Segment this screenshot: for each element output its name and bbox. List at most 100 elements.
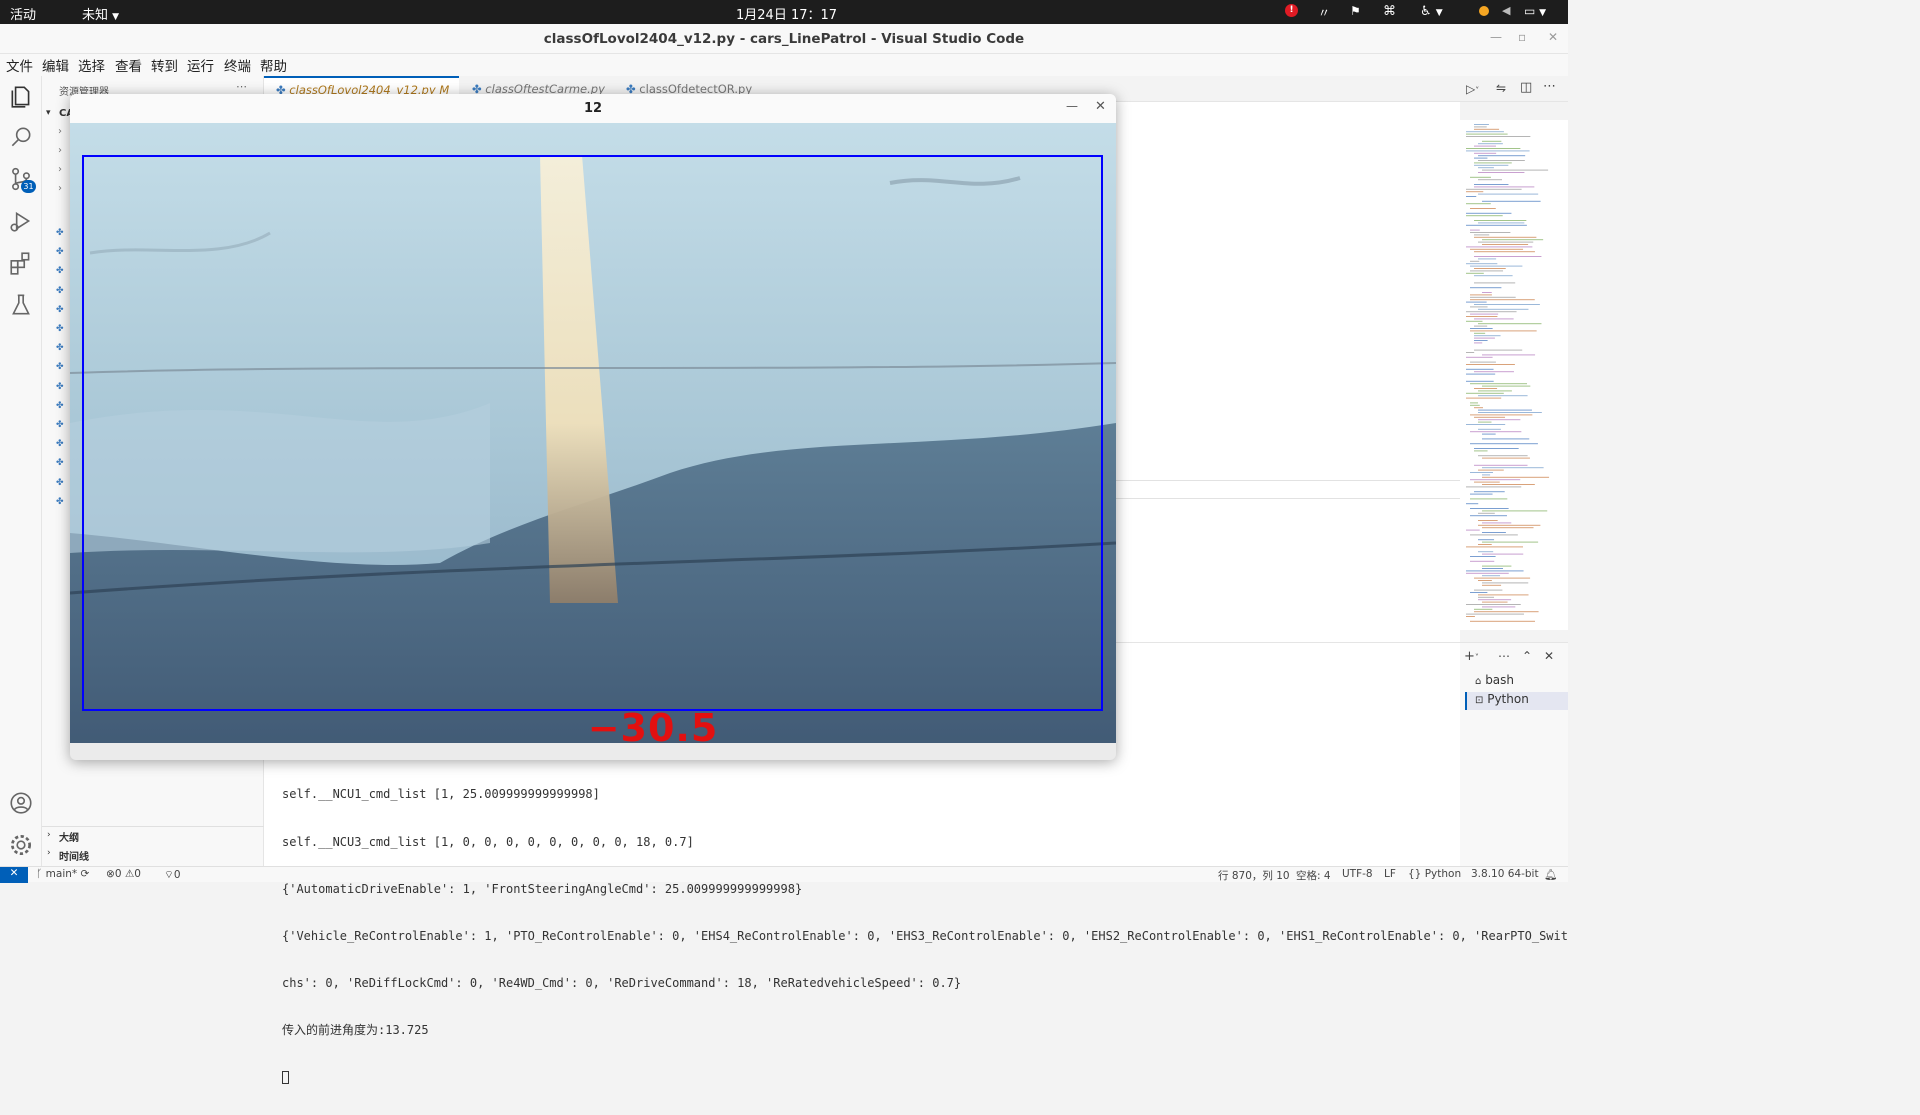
indentation[interactable]: 空格: 4 xyxy=(1296,868,1331,883)
tray-app-icon[interactable]: 〃 xyxy=(1318,4,1330,21)
window-title-bar: classOfLovol2404_v12.py - cars_LinePatro… xyxy=(0,24,1568,54)
opencv-image-window[interactable]: 12 — ✕ −30.5 xyxy=(70,94,1116,760)
chevron-right-icon[interactable]: › xyxy=(47,830,51,840)
minimap-line xyxy=(1466,246,1533,248)
menu-help[interactable]: 帮助 xyxy=(260,55,287,75)
close-icon[interactable]: ✕ xyxy=(1095,99,1106,114)
app-menu[interactable]: 未知 ▼ xyxy=(82,4,119,23)
volume-icon[interactable]: ◀ xyxy=(1502,4,1510,17)
chevron-right-icon[interactable]: › xyxy=(47,848,51,858)
minimap-line xyxy=(1466,263,1498,265)
minimap-line xyxy=(1478,143,1503,145)
chevron-right-icon[interactable]: › xyxy=(58,164,62,175)
minimap-line xyxy=(1478,172,1525,173)
minimap-line xyxy=(1466,368,1494,370)
terminal-session-python[interactable]: ⊡ Python xyxy=(1465,692,1568,710)
status-dot-icon[interactable] xyxy=(1479,6,1489,16)
timeline-section[interactable]: 时间线 xyxy=(59,848,89,863)
minimap-line xyxy=(1466,212,1512,214)
minimap-line xyxy=(1482,568,1504,569)
minimap-line xyxy=(1482,474,1491,476)
command-icon[interactable]: ⌘ xyxy=(1383,4,1396,19)
minimap-line xyxy=(1470,383,1528,385)
run-debug-icon[interactable] xyxy=(8,208,34,234)
minimap-line xyxy=(1466,529,1480,531)
extensions-icon[interactable] xyxy=(8,250,34,276)
chevron-down-icon[interactable]: ▾ xyxy=(46,108,51,118)
minimap-line xyxy=(1466,311,1517,313)
testing-icon[interactable] xyxy=(8,292,34,318)
settings-gear-icon[interactable] xyxy=(8,832,34,858)
network-icon[interactable]: ⚑ xyxy=(1350,4,1361,18)
notifications-bell-icon[interactable]: 🔔︎ xyxy=(1544,868,1557,881)
minimize-icon[interactable]: — xyxy=(1066,99,1078,113)
explorer-icon[interactable] xyxy=(8,84,34,110)
minimap-line xyxy=(1474,589,1503,591)
activity-bar: 31 xyxy=(0,76,42,866)
menu-view[interactable]: 查看 xyxy=(115,55,142,75)
outline-section[interactable]: 大纲 xyxy=(59,829,79,844)
search-icon[interactable] xyxy=(8,124,34,150)
terminal-cursor xyxy=(282,1071,289,1085)
menu-terminal[interactable]: 终端 xyxy=(224,55,251,75)
minimap-line xyxy=(1470,176,1491,178)
minimap-line xyxy=(1482,601,1508,603)
run-python-file-icon[interactable]: ▷˅ xyxy=(1466,82,1479,96)
minimize-icon[interactable]: — xyxy=(1490,30,1502,44)
menu-file[interactable]: 文件 xyxy=(6,55,33,75)
new-terminal-icon[interactable]: +˅ xyxy=(1464,649,1479,664)
minimap-line xyxy=(1482,244,1529,245)
minimap-line xyxy=(1482,140,1502,142)
menu-run[interactable]: 运行 xyxy=(187,55,214,75)
chevron-right-icon[interactable]: › xyxy=(58,126,62,137)
maximize-icon[interactable]: ▫ xyxy=(1518,30,1526,44)
minimap[interactable] xyxy=(1460,120,1568,630)
minimap-line xyxy=(1470,556,1496,557)
session-label: bash xyxy=(1485,673,1515,687)
remote-icon[interactable]: ✕ xyxy=(0,867,28,883)
menu-go[interactable]: 转到 xyxy=(151,55,178,75)
encoding[interactable]: UTF-8 xyxy=(1342,868,1373,880)
account-icon[interactable] xyxy=(8,790,34,816)
split-editor-icon[interactable]: ◫ xyxy=(1520,80,1532,95)
more-actions-icon[interactable]: ⋯ xyxy=(1543,79,1556,94)
menu-selection[interactable]: 选择 xyxy=(78,55,105,75)
minimap-line xyxy=(1474,145,1496,147)
minimap-line xyxy=(1474,236,1537,238)
ports-indicator[interactable]: ⌔0 xyxy=(164,868,181,882)
branch-indicator[interactable]: ᚴ main* ⟳ xyxy=(36,868,89,880)
minimap-line xyxy=(1474,349,1523,351)
battery-icon[interactable]: ▭ ▼ xyxy=(1524,4,1546,18)
close-panel-icon[interactable]: ✕ xyxy=(1544,649,1554,663)
alert-icon[interactable]: ! xyxy=(1285,4,1298,17)
popup-title-bar[interactable]: 12 — ✕ xyxy=(70,94,1116,123)
branch-icon: ᚴ xyxy=(36,868,43,880)
language-mode[interactable]: {} Python xyxy=(1408,868,1461,880)
compare-changes-icon[interactable]: ⇋ xyxy=(1496,81,1506,95)
chevron-right-icon[interactable]: › xyxy=(58,183,62,194)
close-icon[interactable]: ✕ xyxy=(1548,30,1558,44)
minimap-line xyxy=(1482,553,1524,555)
minimap-line xyxy=(1474,611,1539,613)
activities-button[interactable]: 活动 xyxy=(10,4,36,23)
problems-indicator[interactable]: ⊗0 ⚠0 xyxy=(106,868,141,880)
minimap-line xyxy=(1478,412,1542,413)
more-actions-icon[interactable]: ⋯ xyxy=(236,80,247,93)
more-actions-icon[interactable]: ⋯ xyxy=(1498,649,1510,663)
cursor-position[interactable]: 行 870，列 10 xyxy=(1218,868,1290,883)
clock[interactable]: 1月24日 17：17 xyxy=(736,4,837,23)
end-of-line[interactable]: LF xyxy=(1384,868,1396,880)
python-file-icons: ✤ ✤ ✤ ✤ ✤ ✤ ✤ ✤ ✤ ✤ ✤ ✤ ✤ ✤ ✤ xyxy=(56,228,64,507)
chevron-right-icon[interactable]: › xyxy=(58,145,62,156)
accessibility-icon[interactable]: ♿ ▼ xyxy=(1420,4,1443,19)
minimap-line xyxy=(1474,162,1512,164)
terminal-session-bash[interactable]: ⌂ bash xyxy=(1465,673,1568,691)
popup-title: 12 xyxy=(583,101,603,116)
minimap-line xyxy=(1470,270,1504,272)
minimap-line xyxy=(1470,508,1509,509)
minimap-line xyxy=(1478,421,1492,423)
python-interpreter[interactable]: 3.8.10 64-bit xyxy=(1471,868,1539,880)
maximize-panel-icon[interactable]: ⌃ xyxy=(1522,649,1532,663)
menu-edit[interactable]: 编辑 xyxy=(42,55,69,75)
minimap-line xyxy=(1478,241,1534,243)
